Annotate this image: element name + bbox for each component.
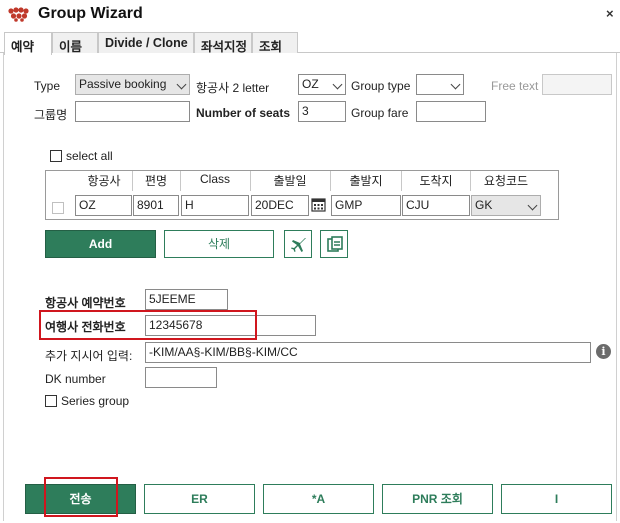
calendar-icon[interactable] bbox=[311, 197, 326, 212]
grid-divider bbox=[470, 171, 471, 191]
row-origin-input[interactable]: GMP bbox=[331, 195, 401, 216]
tab-name[interactable]: 이름 bbox=[52, 32, 98, 54]
grid-divider bbox=[330, 171, 331, 191]
col-header-request-code: 요청코드 bbox=[483, 174, 529, 188]
chevron-down-icon bbox=[176, 79, 187, 90]
tab-inquiry[interactable]: 조회 bbox=[252, 32, 298, 54]
col-header-departure-date: 출발일 bbox=[273, 174, 307, 188]
row-destination-input[interactable]: CJU bbox=[402, 195, 470, 216]
row-flight-input[interactable]: 8901 bbox=[133, 195, 179, 216]
number-of-seats-label: Number of seats bbox=[196, 106, 291, 120]
free-text-input[interactable] bbox=[542, 74, 612, 95]
close-icon[interactable]: × bbox=[606, 6, 614, 21]
select-all-checkbox[interactable] bbox=[50, 150, 62, 162]
grid-divider bbox=[250, 171, 251, 191]
select-all-label: select all bbox=[66, 149, 113, 163]
dk-number-label: DK number bbox=[45, 372, 106, 386]
extra-command-input[interactable]: -KIM/AA§-KIM/BB§-KIM/CC bbox=[145, 342, 591, 363]
airline-select[interactable]: OZ bbox=[298, 74, 346, 95]
col-header-flight: 편명 bbox=[144, 174, 168, 188]
row-date-input[interactable]: 20DEC bbox=[251, 195, 309, 216]
type-select[interactable]: Passive booking bbox=[75, 74, 190, 95]
group-fare-input[interactable] bbox=[416, 101, 486, 122]
row-checkbox[interactable] bbox=[52, 202, 64, 214]
grid-divider bbox=[401, 171, 402, 191]
tab-reservation[interactable]: 예약 bbox=[4, 32, 52, 55]
type-label: Type bbox=[34, 79, 61, 93]
tab-seat-assign[interactable]: 좌석지정 bbox=[194, 32, 252, 54]
add-button[interactable]: Add bbox=[45, 230, 156, 258]
grid-divider bbox=[180, 171, 181, 191]
row-airline-input[interactable]: OZ bbox=[75, 195, 132, 216]
pnr-inquiry-button[interactable]: PNR 조회 bbox=[382, 484, 493, 514]
row-request-code-select[interactable]: GK bbox=[471, 195, 541, 216]
tab-divide-clone[interactable]: Divide / Clone bbox=[98, 32, 194, 53]
group-type-label: Group type bbox=[351, 79, 411, 93]
flight-icon-button[interactable] bbox=[284, 230, 312, 258]
copy-icon-button[interactable] bbox=[320, 230, 348, 258]
dk-number-input[interactable] bbox=[145, 367, 217, 388]
chevron-down-icon bbox=[450, 79, 461, 90]
group-name-input[interactable] bbox=[75, 101, 190, 122]
col-header-airline: 항공사 bbox=[87, 174, 121, 188]
airline-pnr-input[interactable]: 5JEEME bbox=[145, 289, 228, 310]
free-text-label: Free text bbox=[491, 79, 539, 93]
highlight-box bbox=[44, 477, 118, 517]
reservation-panel bbox=[3, 53, 617, 521]
highlight-box bbox=[39, 310, 257, 340]
i-button[interactable]: I bbox=[501, 484, 612, 514]
clipboard-icon bbox=[327, 236, 343, 252]
row-class-input[interactable]: H bbox=[181, 195, 249, 216]
row-request-code-value: GK bbox=[475, 198, 493, 212]
airline-value: OZ bbox=[302, 77, 319, 91]
extra-command-label: 추가 지시어 입력: bbox=[45, 349, 133, 363]
group-logo-icon bbox=[8, 7, 29, 22]
star-a-button[interactable]: *A bbox=[263, 484, 374, 514]
group-type-select[interactable] bbox=[416, 74, 464, 95]
chevron-down-icon bbox=[332, 79, 343, 90]
col-header-origin: 출발지 bbox=[349, 174, 383, 188]
chevron-down-icon bbox=[527, 200, 538, 211]
airline-2letter-label: 항공사 2 letter bbox=[196, 81, 270, 95]
info-icon[interactable]: i bbox=[596, 344, 611, 359]
airplane-icon bbox=[291, 238, 306, 252]
col-header-class: Class bbox=[199, 172, 230, 186]
series-group-checkbox[interactable] bbox=[45, 395, 57, 407]
er-button[interactable]: ER bbox=[144, 484, 255, 514]
col-header-destination: 도착지 bbox=[419, 174, 453, 188]
delete-button[interactable]: 삭제 bbox=[164, 230, 274, 258]
window-title: Group Wizard bbox=[38, 5, 143, 22]
group-fare-label: Group fare bbox=[351, 106, 409, 120]
type-value: Passive booking bbox=[79, 77, 167, 91]
number-of-seats-input[interactable]: 3 bbox=[298, 101, 346, 122]
series-group-label: Series group bbox=[61, 394, 130, 408]
grid-divider bbox=[132, 171, 133, 191]
group-name-label: 그룹명 bbox=[34, 108, 68, 122]
airline-pnr-label: 항공사 예약번호 bbox=[45, 296, 126, 310]
